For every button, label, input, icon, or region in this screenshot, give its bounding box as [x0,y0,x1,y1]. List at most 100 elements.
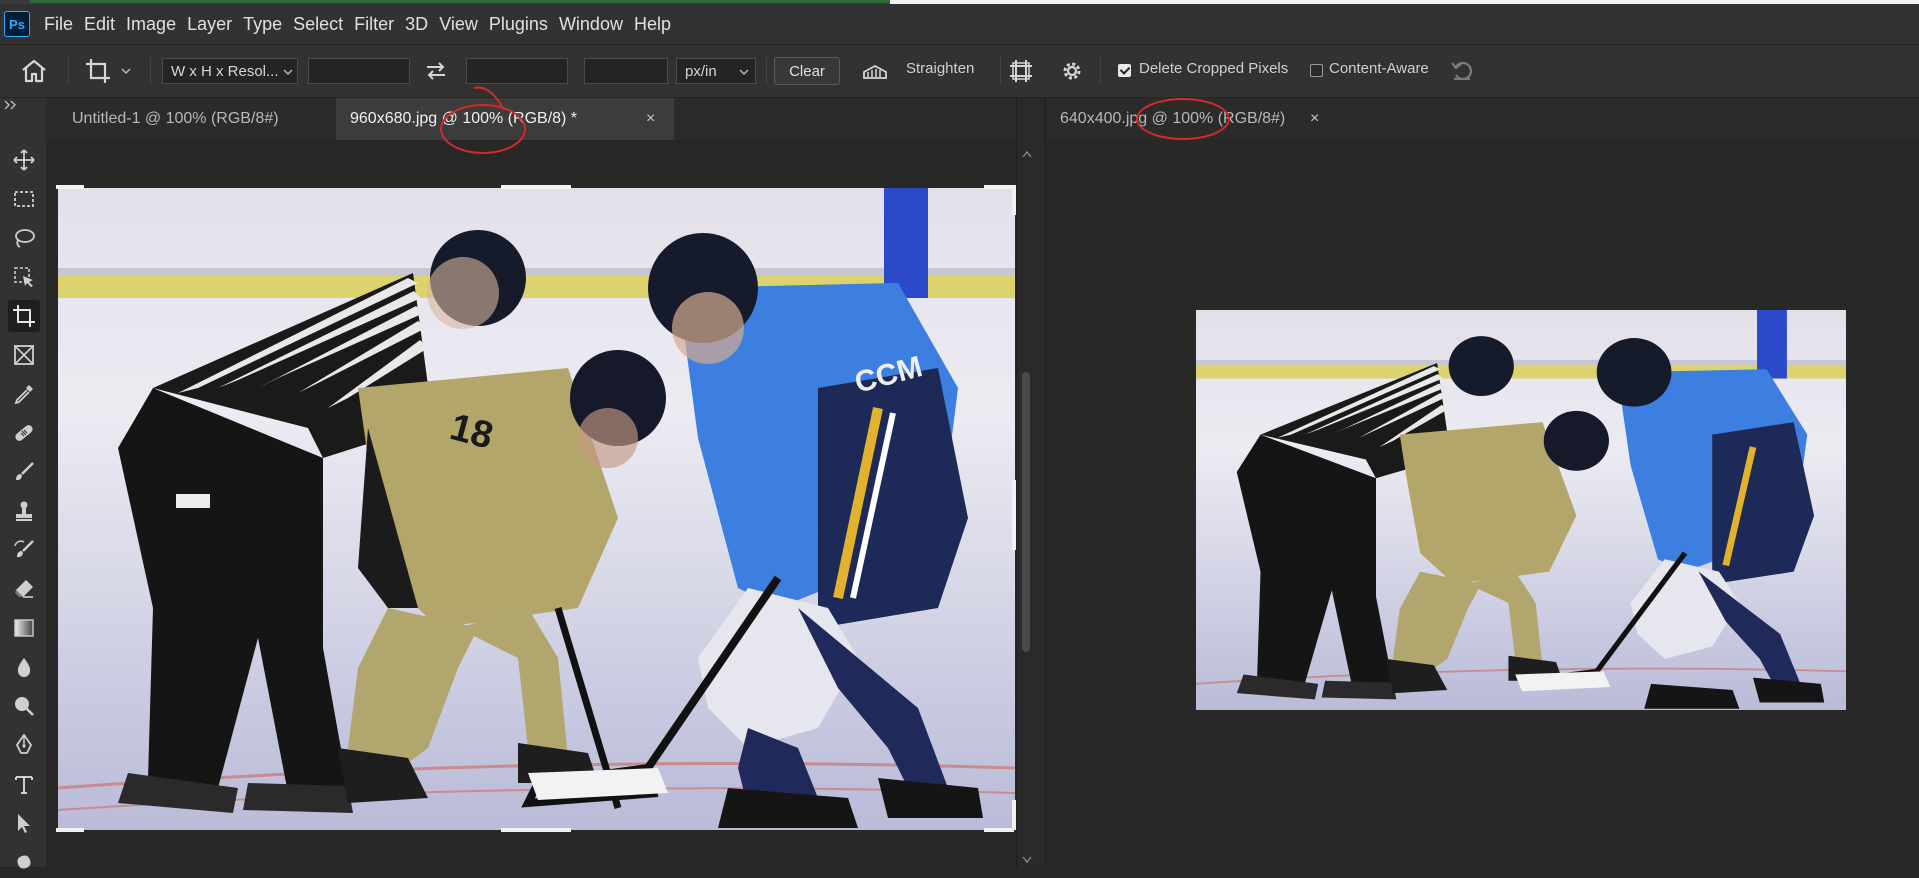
straighten-button[interactable] [862,45,888,97]
overlay-options-button[interactable] [1008,45,1034,97]
ratio-preset-select[interactable]: W x H x Resol... [162,58,298,84]
crop-handle-top[interactable] [501,185,571,189]
hockey-photo-small [1196,310,1846,710]
document-tabs-left: Untitled-1 @ 100% (RGB/8#) × 960x680.jpg… [46,98,1016,140]
menu-plugins[interactable]: Plugins [489,14,559,35]
menu-view[interactable]: View [439,14,489,35]
blur-tool[interactable] [8,651,40,683]
object-select-tool[interactable] [8,261,40,293]
healing-brush-tool[interactable] [8,417,40,449]
move-tool[interactable] [8,144,40,176]
path-select-icon [18,814,30,833]
crop-tool[interactable] [8,300,40,332]
home-button[interactable] [20,45,48,97]
menu-window[interactable]: Window [559,14,634,35]
document-canvas-left[interactable]: 18 CCM [46,140,1016,867]
menu-file[interactable]: File [44,14,84,35]
chevron-down-icon [283,69,293,75]
content-aware-checkbox[interactable] [1310,64,1323,77]
menu-3d[interactable]: 3D [405,14,439,35]
marquee-icon [14,191,34,207]
swap-dimensions-button[interactable] [424,45,448,97]
crop-handle-right-top[interactable] [1012,185,1016,215]
brush-tool[interactable] [8,456,40,488]
crop-handle-bottom-right[interactable] [984,828,1014,832]
menu-select[interactable]: Select [293,14,354,35]
pen-icon [15,733,33,754]
pen-tool[interactable] [8,729,40,761]
menu-type[interactable]: Type [243,14,293,35]
panel-divider[interactable] [1016,98,1046,867]
divider [1000,57,1001,85]
clear-button[interactable]: Clear [774,57,840,85]
close-icon[interactable]: × [646,110,655,128]
lasso-tool[interactable] [8,222,40,254]
brush-icon [16,462,34,481]
dodge-icon [15,697,34,716]
crop-tool-preset-button[interactable] [84,45,132,97]
height-field[interactable] [466,58,568,84]
photoshop-logo: Ps [4,11,30,37]
options-bar: W x H x Resol... px/in Clear Straighten [0,44,1919,98]
blur-icon [17,658,31,677]
content-aware-label: Content-Aware [1329,60,1429,77]
grid-icon [1010,60,1032,82]
crop-handle-top-left[interactable] [56,185,84,189]
tools-panel [0,98,47,869]
crop-icon [86,59,110,83]
path-select-tool[interactable] [8,807,40,839]
resolution-unit-value: px/in [685,62,717,80]
vertical-scrollbar[interactable] [1022,372,1030,652]
crop-handle-top-right[interactable] [984,185,1014,189]
ratio-preset-value: W x H x Resol... [171,62,279,80]
crop-handle-bottom-left[interactable] [56,828,84,832]
eyedropper-tool[interactable] [8,378,40,410]
divider [150,57,151,85]
browser-strip-left [30,0,890,3]
menu-image[interactable]: Image [126,14,187,35]
tab-untitled-1[interactable]: Untitled-1 @ 100% (RGB/8#) × [58,98,376,140]
move-icon [13,149,35,171]
delete-cropped-checkbox[interactable] [1118,64,1131,77]
width-field[interactable] [308,58,410,84]
crop-handle-right-bottom[interactable] [1012,800,1016,830]
gradient-tool[interactable] [8,612,40,644]
menu-filter[interactable]: Filter [354,14,405,35]
crop-settings-button[interactable] [1060,45,1084,97]
marquee-tool[interactable] [8,183,40,215]
hockey-faceoff-image [1196,310,1846,710]
healing-brush-icon [15,425,33,441]
resolution-unit-select[interactable]: px/in [676,58,756,84]
scroll-up-icon[interactable] [1022,150,1032,158]
expand-panel-icon[interactable] [4,100,18,110]
annotation-arrow-icon [473,86,505,111]
history-brush-tool[interactable] [8,534,40,566]
type-tool[interactable] [8,768,40,800]
frame-icon [14,345,34,365]
divider [766,57,767,85]
menu-help[interactable]: Help [634,14,682,35]
annotation-circle [1136,98,1230,140]
menu-layer[interactable]: Layer [187,14,243,35]
gradient-icon [14,619,34,637]
resolution-field[interactable] [584,58,668,84]
close-icon[interactable]: × [1310,110,1319,128]
clone-stamp-tool[interactable] [8,495,40,527]
crop-handle-right[interactable] [1012,480,1016,550]
shape-tool[interactable] [8,846,40,878]
object-select-icon [14,267,33,287]
crop-handle-bottom[interactable] [501,828,571,832]
swap-icon [427,62,445,80]
document-canvas-right[interactable] [1046,140,1919,867]
scroll-down-icon[interactable] [1022,856,1032,864]
chevron-down-icon [739,69,749,75]
crop-icon [13,305,35,327]
hockey-faceoff-image: 18 CCM [58,188,1015,830]
straighten-label: Straighten [906,60,975,77]
menu-edit[interactable]: Edit [84,14,126,35]
frame-tool[interactable] [8,339,40,371]
reset-crop-button[interactable] [1450,45,1476,97]
eraser-tool[interactable] [8,573,40,605]
dodge-tool[interactable] [8,690,40,722]
chevron-down-icon [121,68,131,75]
